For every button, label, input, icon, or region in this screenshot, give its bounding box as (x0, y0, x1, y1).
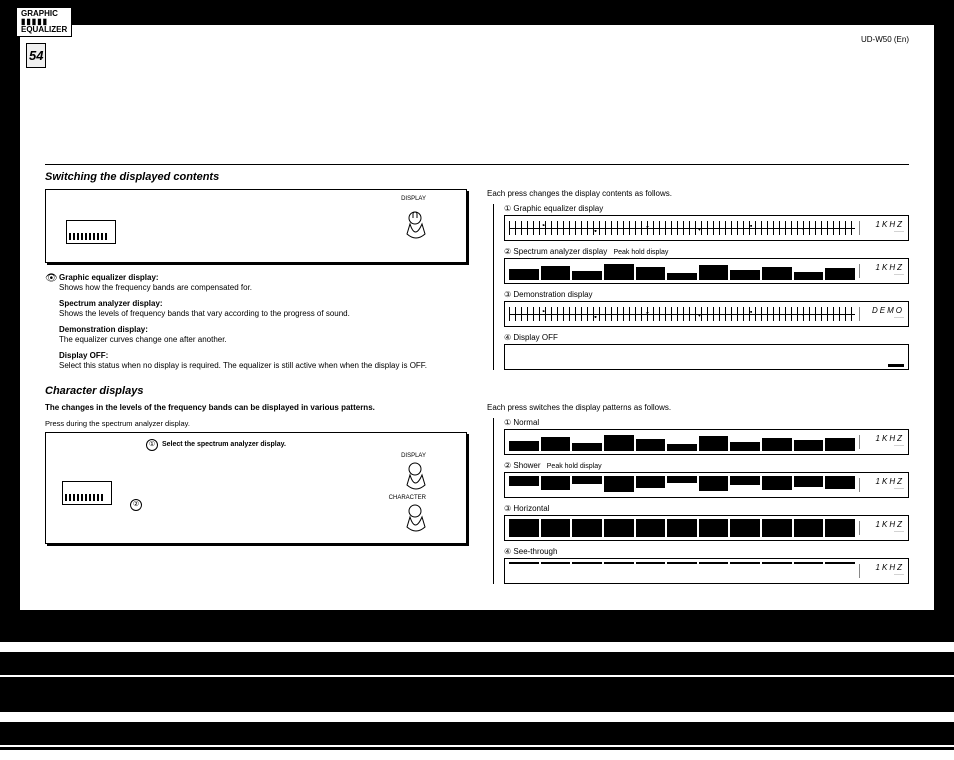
callout: Peak hold display (547, 463, 602, 470)
section-rule (45, 164, 909, 165)
section2-intro: Each press switches the display patterns… (487, 403, 909, 412)
def-spectrum: Spectrum analyzer display: Shows the lev… (45, 299, 467, 319)
readout: 1KHZ (876, 563, 904, 572)
num: ③ (504, 290, 511, 299)
num: ② (504, 461, 511, 470)
readout: 1KHZ (876, 520, 904, 529)
def-body: Select this status when no display is re… (59, 361, 427, 370)
def-body: Shows the levels of frequency bands that… (59, 309, 350, 318)
step2-num: ② (130, 499, 142, 511)
readout: 1KHZ (876, 220, 904, 229)
section2-note: Press during the spectrum analyzer displ… (45, 419, 467, 428)
callout: Peak hold display (613, 249, 668, 256)
def-body: The equalizer curves change one after an… (59, 335, 227, 344)
label: Spectrum analyzer display (513, 247, 607, 256)
label: See-through (513, 547, 557, 556)
step1-num: ① (146, 439, 158, 451)
num: ③ (504, 504, 511, 513)
def-off: Display OFF: Select this status when no … (45, 351, 467, 371)
def-body: Shows how the frequency bands are compen… (59, 283, 252, 292)
button-label: CHARACTER (389, 495, 426, 501)
readout: DEMO (872, 306, 904, 315)
section2-title: Character displays (45, 385, 909, 397)
finger-press-icon (400, 461, 430, 491)
label: Demonstration display (513, 290, 592, 299)
num: ④ (504, 333, 511, 342)
section1-intro: Each press changes the display contents … (487, 189, 909, 198)
disp-seethrough: ④ See-through 1KHZ····· (504, 547, 909, 584)
device-icon (62, 481, 112, 505)
def-title: Demonstration display: (59, 325, 467, 335)
readout: 1KHZ (876, 263, 904, 272)
finger-press-icon (400, 210, 430, 240)
def-title: Graphic equalizer display: (59, 273, 467, 283)
label: Shower (513, 461, 540, 470)
def-geq: 👁 Graphic equalizer display: Shows how t… (45, 273, 467, 293)
section1-title: Switching the displayed contents (45, 171, 909, 183)
disp-geq: ① Graphic equalizer display 1KHZ····· (504, 204, 909, 241)
brand-badge: GRAPHIC ▮▮▮▮▮ EQUALIZER (16, 7, 72, 37)
disp-spectrum: ② Spectrum analyzer display Peak hold di… (504, 247, 909, 284)
disp-demo: ③ Demonstration display DEMO····· (504, 290, 909, 327)
section2-subhead: The changes in the levels of the frequen… (45, 403, 467, 413)
num: ④ (504, 547, 511, 556)
badge-line2: EQUALIZER (21, 25, 67, 34)
def-title: Display OFF: (59, 351, 467, 361)
label: Graphic equalizer display (513, 204, 603, 213)
disp-off: ④ Display OFF (504, 333, 909, 370)
display-sequence-2: ① Normal 1KHZ····· ② Shower Peak hold di… (493, 418, 909, 584)
label: Horizontal (513, 504, 549, 513)
num: ① (504, 418, 511, 427)
readout: 1KHZ (876, 477, 904, 486)
model-label: UD-W50 (En) (45, 35, 909, 44)
definitions: 👁 Graphic equalizer display: Shows how t… (45, 273, 467, 371)
illustration-box-1: DISPLAY (45, 189, 467, 263)
disp-shower: ② Shower Peak hold display 1KHZ····· (504, 461, 909, 498)
disp-horizontal: ③ Horizontal 1KHZ····· (504, 504, 909, 541)
def-demo: Demonstration display: The equalizer cur… (45, 325, 467, 345)
page-number: 54 (26, 43, 46, 68)
eye-icon: 👁 (45, 273, 58, 286)
num: ② (504, 247, 511, 256)
def-title: Spectrum analyzer display: (59, 299, 467, 309)
readout: 1KHZ (876, 434, 904, 443)
scan-artifact (0, 610, 954, 750)
illustration-box-2: ① Select the spectrum analyzer display. … (45, 432, 467, 544)
step1-text: Select the spectrum analyzer display. (162, 441, 286, 448)
finger-press-icon (400, 503, 430, 533)
display-sequence-1: ① Graphic equalizer display 1KHZ····· ② … (493, 204, 909, 370)
disp-normal: ① Normal 1KHZ····· (504, 418, 909, 455)
device-icon (66, 220, 116, 244)
manual-page: GRAPHIC ▮▮▮▮▮ EQUALIZER UD-W50 (En) 54 S… (20, 25, 934, 610)
num: ① (504, 204, 511, 213)
button-label: DISPLAY (401, 196, 426, 202)
scan-artifact-edge (0, 750, 954, 760)
button-label: DISPLAY (401, 453, 426, 459)
label: Normal (513, 418, 539, 427)
label: Display OFF (513, 333, 557, 342)
